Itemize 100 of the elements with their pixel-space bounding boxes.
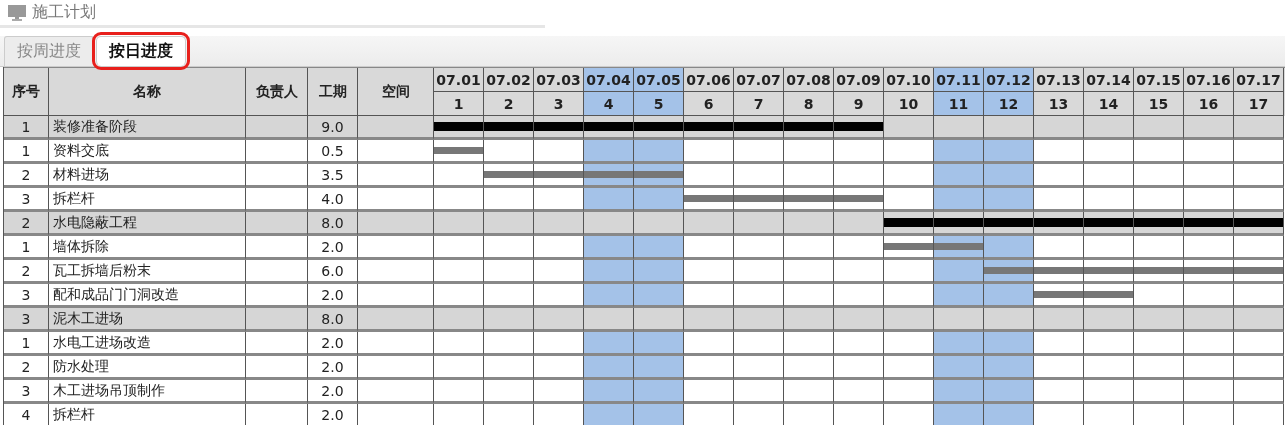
table-cell: 3 bbox=[4, 308, 49, 332]
table-cell bbox=[246, 260, 308, 284]
table-cell: 2.0 bbox=[308, 356, 358, 380]
date-header: 07.17 bbox=[1234, 68, 1284, 92]
timeline-cell bbox=[434, 380, 484, 404]
monitor-icon bbox=[8, 4, 26, 21]
date-header: 07.11 bbox=[934, 68, 984, 92]
timeline-cell bbox=[684, 308, 734, 332]
table-cell: 8.0 bbox=[308, 212, 358, 236]
timeline-cell bbox=[434, 356, 484, 380]
table-cell: 装修准备阶段 bbox=[49, 116, 246, 140]
date-header: 07.05 bbox=[634, 68, 684, 92]
table-cell: 1 bbox=[4, 332, 49, 356]
timeline-cell bbox=[1234, 380, 1284, 404]
table-cell: 2 bbox=[4, 164, 49, 188]
date-header: 07.01 bbox=[434, 68, 484, 92]
timeline-cell bbox=[1084, 308, 1134, 332]
table-cell: 3 bbox=[4, 380, 49, 404]
table-cell: 墙体拆除 bbox=[49, 236, 246, 260]
timeline-cell bbox=[884, 308, 934, 332]
day-header: 11 bbox=[934, 92, 984, 116]
timeline-cell bbox=[1084, 332, 1134, 356]
day-header: 12 bbox=[984, 92, 1034, 116]
timeline-cell bbox=[934, 308, 984, 332]
timeline-cell bbox=[1034, 380, 1084, 404]
timeline-cell bbox=[784, 308, 834, 332]
table-cell bbox=[246, 164, 308, 188]
table-cell: 2.0 bbox=[308, 380, 358, 404]
table-cell: 2.0 bbox=[308, 332, 358, 356]
timeline-cell bbox=[934, 380, 984, 404]
panel-title: 施工计划 bbox=[32, 2, 96, 23]
table-cell bbox=[246, 212, 308, 236]
timeline-cell bbox=[1234, 308, 1284, 332]
date-header: 07.12 bbox=[984, 68, 1034, 92]
date-header: 07.13 bbox=[1034, 68, 1084, 92]
timeline-cell bbox=[634, 332, 684, 356]
timeline-cell bbox=[834, 380, 884, 404]
date-header: 07.02 bbox=[484, 68, 534, 92]
timeline-cell bbox=[434, 308, 484, 332]
date-header: 07.06 bbox=[684, 68, 734, 92]
timeline-cell bbox=[984, 356, 1034, 380]
date-header: 07.15 bbox=[1134, 68, 1184, 92]
timeline-cell bbox=[584, 380, 634, 404]
timeline-cell bbox=[634, 356, 684, 380]
timeline-cell bbox=[734, 356, 784, 380]
timeline-cell bbox=[834, 308, 884, 332]
timeline-cell bbox=[834, 356, 884, 380]
table-cell: 6.0 bbox=[308, 260, 358, 284]
timeline-cell bbox=[584, 332, 634, 356]
timeline-cell bbox=[1234, 356, 1284, 380]
date-header: 07.16 bbox=[1184, 68, 1234, 92]
table-cell: 9.0 bbox=[308, 116, 358, 140]
timeline-cell bbox=[734, 380, 784, 404]
timeline-cell bbox=[434, 332, 484, 356]
timeline-cell bbox=[1034, 308, 1084, 332]
timeline-cell bbox=[1134, 380, 1184, 404]
table-cell bbox=[246, 236, 308, 260]
timeline-cell bbox=[1184, 308, 1234, 332]
table-cell: 2 bbox=[4, 260, 49, 284]
table-cell: 防水处理 bbox=[49, 356, 246, 380]
timeline-cell bbox=[984, 332, 1034, 356]
table-cell: 8.0 bbox=[308, 308, 358, 332]
table-cell: 拆栏杆 bbox=[49, 404, 246, 425]
timeline-cell bbox=[734, 332, 784, 356]
timeline-cell bbox=[634, 380, 684, 404]
timeline-cell bbox=[1184, 356, 1234, 380]
timeline-cell bbox=[834, 332, 884, 356]
timeline-cell bbox=[534, 308, 584, 332]
timeline-cell bbox=[684, 356, 734, 380]
table-cell: 4 bbox=[4, 404, 49, 425]
timeline-cell bbox=[734, 308, 784, 332]
timeline-cell bbox=[1034, 356, 1084, 380]
table-cell bbox=[246, 380, 308, 404]
table-cell: 水电工进场改造 bbox=[49, 332, 246, 356]
table-cell bbox=[246, 140, 308, 164]
table-cell: 泥木工进场 bbox=[49, 308, 246, 332]
timeline-cell bbox=[634, 404, 684, 425]
date-header: 07.07 bbox=[734, 68, 784, 92]
table-cell: 资料交底 bbox=[49, 140, 246, 164]
table-cell: 2 bbox=[4, 212, 49, 236]
timeline-cell bbox=[1134, 356, 1184, 380]
table-cell: 0.5 bbox=[308, 140, 358, 164]
table-cell: 2 bbox=[4, 356, 49, 380]
table-cell: 材料进场 bbox=[49, 164, 246, 188]
timeline-cell bbox=[1034, 332, 1084, 356]
date-header: 07.14 bbox=[1084, 68, 1134, 92]
timeline-cell bbox=[684, 332, 734, 356]
date-header: 07.09 bbox=[834, 68, 884, 92]
table-cell bbox=[246, 308, 308, 332]
timeline-cell bbox=[1184, 380, 1234, 404]
timeline-cell bbox=[484, 308, 534, 332]
timeline-cell bbox=[484, 356, 534, 380]
timeline-cell bbox=[984, 308, 1034, 332]
table-cell: 1 bbox=[4, 140, 49, 164]
date-header: 07.08 bbox=[784, 68, 834, 92]
timeline-cell bbox=[984, 404, 1034, 425]
table-cell: 2.0 bbox=[308, 404, 358, 425]
timeline-cell bbox=[1134, 332, 1184, 356]
table-cell bbox=[246, 332, 308, 356]
timeline-cell bbox=[584, 356, 634, 380]
